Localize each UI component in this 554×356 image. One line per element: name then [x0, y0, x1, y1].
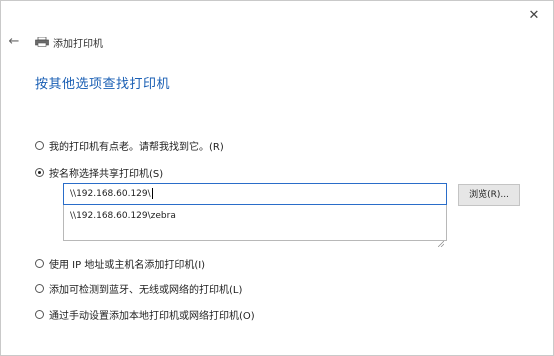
add-printer-window: ✕ ← 添加打印机 按其他选项查找打印机 我的打印机有点老。请帮我找到它。(R)…: [0, 0, 554, 356]
option-ip-address-label: 使用 IP 地址或主机名添加打印机(I): [49, 260, 206, 271]
browse-button[interactable]: 浏览(R)...: [458, 184, 520, 206]
shared-printer-name-input[interactable]: \\192.168.60.129\: [63, 183, 447, 205]
header-title: 添加打印机: [53, 38, 103, 50]
shared-printer-name-value: \\192.168.60.129\: [70, 189, 151, 199]
autocomplete-item[interactable]: \\192.168.60.129\zebra: [70, 211, 176, 221]
option-manual-settings[interactable]: 通过手动设置添加本地打印机或网络打印机(O): [35, 307, 255, 322]
option-ip-address[interactable]: 使用 IP 地址或主机名添加打印机(I): [35, 256, 205, 271]
text-caret: [151, 188, 153, 199]
autocomplete-dropdown: \\192.168.60.129\zebra: [63, 205, 447, 248]
option-bluetooth-wireless-label: 添加可检测到蓝牙、无线或网络的打印机(L): [49, 285, 243, 296]
option-bluetooth-wireless[interactable]: 添加可检测到蓝牙、无线或网络的打印机(L): [35, 281, 242, 296]
radio-bluetooth-wireless[interactable]: [35, 284, 44, 293]
option-old-printer[interactable]: 我的打印机有点老。请帮我找到它。(R): [35, 138, 224, 153]
close-button[interactable]: ✕: [525, 7, 543, 25]
close-icon: ✕: [528, 8, 540, 23]
radio-shared-printer-by-name[interactable]: [35, 168, 44, 177]
radio-manual-settings[interactable]: [35, 310, 44, 319]
printer-icon: [35, 37, 49, 47]
resize-grip-icon[interactable]: [437, 232, 445, 248]
option-shared-printer-by-name[interactable]: 按名称选择共享打印机(S): [35, 165, 163, 180]
page-title: 按其他选项查找打印机: [35, 77, 171, 92]
option-manual-settings-label: 通过手动设置添加本地打印机或网络打印机(O): [49, 311, 255, 322]
back-button[interactable]: ←: [7, 35, 21, 49]
header: ← 添加打印机: [7, 33, 103, 51]
back-arrow-icon: ←: [8, 34, 20, 49]
option-shared-printer-by-name-label: 按名称选择共享打印机(S): [49, 169, 164, 180]
radio-ip-address[interactable]: [35, 259, 44, 268]
option-old-printer-label: 我的打印机有点老。请帮我找到它。(R): [49, 142, 224, 153]
radio-old-printer[interactable]: [35, 141, 44, 150]
